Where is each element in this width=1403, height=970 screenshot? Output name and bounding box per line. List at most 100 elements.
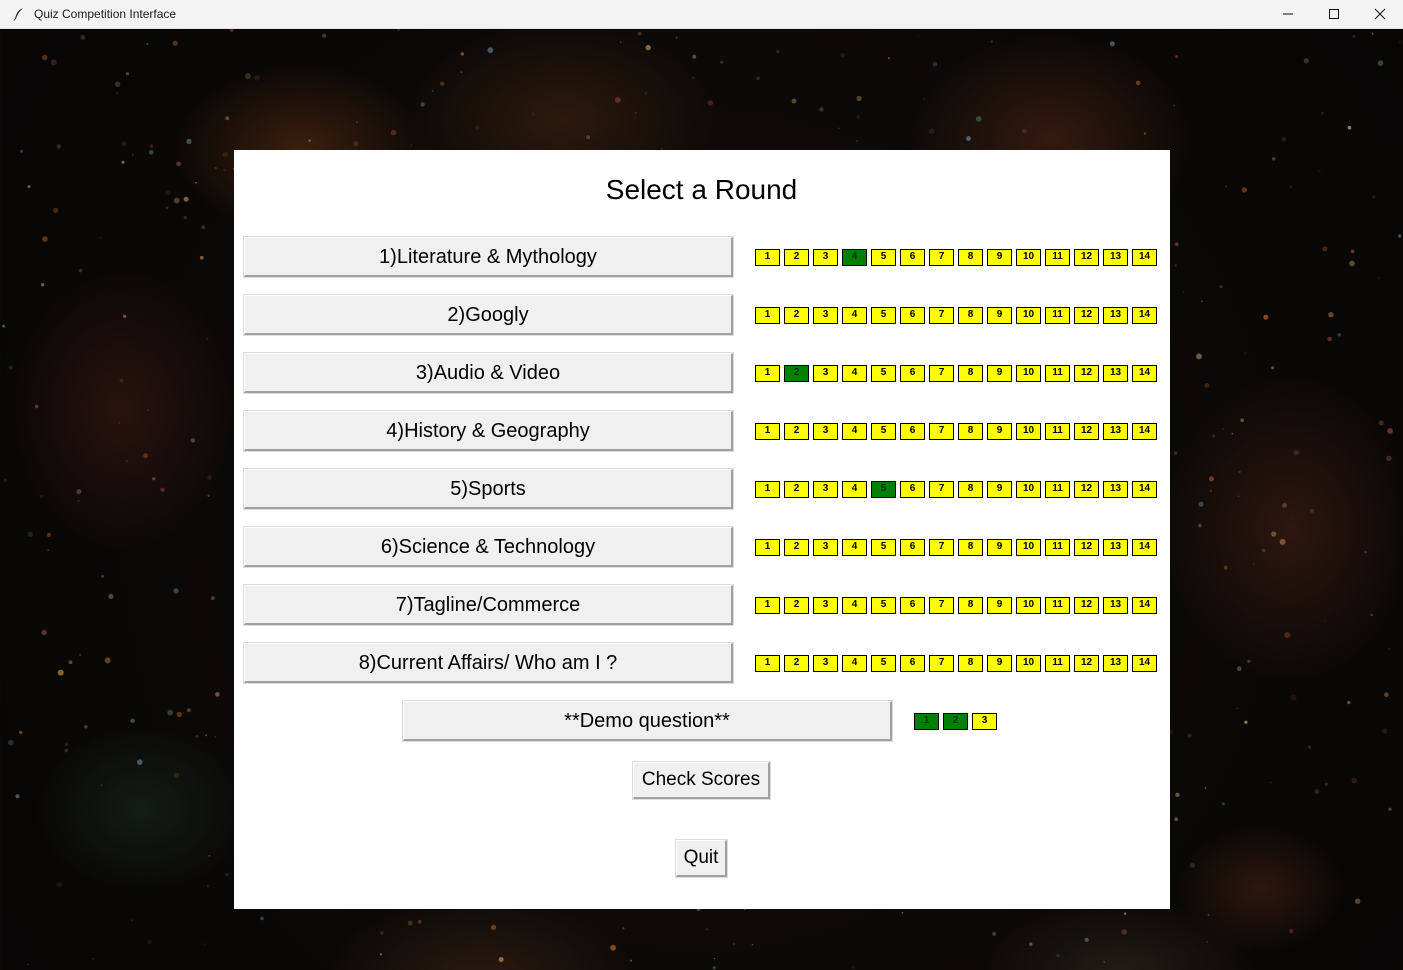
question-button[interactable]: 1 xyxy=(755,481,780,498)
question-button[interactable]: 12 xyxy=(1074,597,1099,614)
question-button[interactable]: 9 xyxy=(987,597,1012,614)
question-button[interactable]: 14 xyxy=(1132,423,1157,440)
question-button[interactable]: 14 xyxy=(1132,307,1157,324)
quit-button[interactable]: Quit xyxy=(676,840,727,877)
question-button[interactable]: 11 xyxy=(1045,365,1070,382)
demo-question-button[interactable]: **Demo question** xyxy=(403,701,892,741)
question-button[interactable]: 5 xyxy=(871,423,896,440)
question-button[interactable]: 13 xyxy=(1103,365,1128,382)
question-button[interactable]: 3 xyxy=(813,365,838,382)
question-button[interactable]: 3 xyxy=(813,655,838,672)
demo-question-box[interactable]: 3 xyxy=(972,713,997,730)
question-button[interactable]: 1 xyxy=(755,423,780,440)
question-button[interactable]: 12 xyxy=(1074,307,1099,324)
question-button[interactable]: 2 xyxy=(784,307,809,324)
question-button[interactable]: 9 xyxy=(987,539,1012,556)
question-button[interactable]: 13 xyxy=(1103,249,1128,266)
question-button[interactable]: 10 xyxy=(1016,539,1041,556)
question-button[interactable]: 11 xyxy=(1045,423,1070,440)
question-button[interactable]: 2 xyxy=(784,365,809,382)
question-button[interactable]: 6 xyxy=(900,423,925,440)
check-scores-button[interactable]: Check Scores xyxy=(633,762,770,799)
question-button[interactable]: 8 xyxy=(958,307,983,324)
question-button[interactable]: 2 xyxy=(784,249,809,266)
question-button[interactable]: 13 xyxy=(1103,655,1128,672)
round-button-6[interactable]: 6)Science & Technology xyxy=(244,527,733,567)
question-button[interactable]: 11 xyxy=(1045,249,1070,266)
question-button[interactable]: 7 xyxy=(929,249,954,266)
question-button[interactable]: 7 xyxy=(929,423,954,440)
maximize-button[interactable] xyxy=(1311,0,1357,28)
question-button[interactable]: 11 xyxy=(1045,481,1070,498)
question-button[interactable]: 13 xyxy=(1103,307,1128,324)
question-button[interactable]: 3 xyxy=(813,423,838,440)
question-button[interactable]: 13 xyxy=(1103,539,1128,556)
question-button[interactable]: 14 xyxy=(1132,655,1157,672)
question-button[interactable]: 9 xyxy=(987,655,1012,672)
close-button[interactable] xyxy=(1357,0,1403,28)
question-button[interactable]: 8 xyxy=(958,249,983,266)
question-button[interactable]: 13 xyxy=(1103,597,1128,614)
question-button[interactable]: 2 xyxy=(784,481,809,498)
round-button-4[interactable]: 4)History & Geography xyxy=(244,411,733,451)
question-button[interactable]: 5 xyxy=(871,539,896,556)
question-button[interactable]: 4 xyxy=(842,655,867,672)
question-button[interactable]: 12 xyxy=(1074,655,1099,672)
minimize-button[interactable] xyxy=(1265,0,1311,28)
question-button[interactable]: 14 xyxy=(1132,539,1157,556)
question-button[interactable]: 6 xyxy=(900,597,925,614)
question-button[interactable]: 4 xyxy=(842,249,867,266)
question-button[interactable]: 7 xyxy=(929,539,954,556)
question-button[interactable]: 14 xyxy=(1132,481,1157,498)
question-button[interactable]: 11 xyxy=(1045,539,1070,556)
question-button[interactable]: 7 xyxy=(929,597,954,614)
question-button[interactable]: 3 xyxy=(813,307,838,324)
round-button-8[interactable]: 8)Current Affairs/ Who am I ? xyxy=(244,643,733,683)
question-button[interactable]: 10 xyxy=(1016,655,1041,672)
question-button[interactable]: 9 xyxy=(987,481,1012,498)
question-button[interactable]: 5 xyxy=(871,249,896,266)
question-button[interactable]: 5 xyxy=(871,365,896,382)
question-button[interactable]: 1 xyxy=(755,597,780,614)
question-button[interactable]: 5 xyxy=(871,307,896,324)
question-button[interactable]: 4 xyxy=(842,539,867,556)
question-button[interactable]: 2 xyxy=(784,655,809,672)
question-button[interactable]: 6 xyxy=(900,249,925,266)
question-button[interactable]: 3 xyxy=(813,539,838,556)
round-button-7[interactable]: 7)Tagline/Commerce xyxy=(244,585,733,625)
round-button-1[interactable]: 1)Literature & Mythology xyxy=(244,237,733,277)
question-button[interactable]: 12 xyxy=(1074,539,1099,556)
question-button[interactable]: 13 xyxy=(1103,481,1128,498)
question-button[interactable]: 3 xyxy=(813,597,838,614)
question-button[interactable]: 6 xyxy=(900,307,925,324)
question-button[interactable]: 6 xyxy=(900,655,925,672)
question-button[interactable]: 10 xyxy=(1016,307,1041,324)
question-button[interactable]: 12 xyxy=(1074,249,1099,266)
question-button[interactable]: 1 xyxy=(755,249,780,266)
question-button[interactable]: 2 xyxy=(784,539,809,556)
question-button[interactable]: 14 xyxy=(1132,249,1157,266)
question-button[interactable]: 1 xyxy=(755,307,780,324)
question-button[interactable]: 5 xyxy=(871,655,896,672)
question-button[interactable]: 5 xyxy=(871,597,896,614)
question-button[interactable]: 12 xyxy=(1074,423,1099,440)
question-button[interactable]: 10 xyxy=(1016,423,1041,440)
question-button[interactable]: 1 xyxy=(755,539,780,556)
question-button[interactable]: 3 xyxy=(813,481,838,498)
question-button[interactable]: 6 xyxy=(900,365,925,382)
demo-question-box[interactable]: 2 xyxy=(943,713,968,730)
question-button[interactable]: 8 xyxy=(958,481,983,498)
question-button[interactable]: 11 xyxy=(1045,597,1070,614)
question-button[interactable]: 2 xyxy=(784,423,809,440)
question-button[interactable]: 13 xyxy=(1103,423,1128,440)
question-button[interactable]: 3 xyxy=(813,249,838,266)
question-button[interactable]: 7 xyxy=(929,307,954,324)
question-button[interactable]: 4 xyxy=(842,481,867,498)
question-button[interactable]: 12 xyxy=(1074,365,1099,382)
question-button[interactable]: 10 xyxy=(1016,481,1041,498)
question-button[interactable]: 7 xyxy=(929,655,954,672)
question-button[interactable]: 4 xyxy=(842,365,867,382)
question-button[interactable]: 14 xyxy=(1132,365,1157,382)
question-button[interactable]: 10 xyxy=(1016,597,1041,614)
question-button[interactable]: 8 xyxy=(958,655,983,672)
